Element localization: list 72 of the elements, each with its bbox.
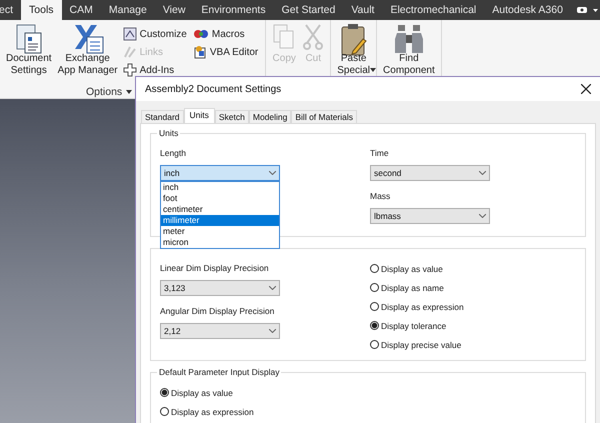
ribbon-button[interactable]: Document Settings xyxy=(3,23,55,77)
radio-button[interactable] xyxy=(160,407,169,416)
radio-label: Display as expression xyxy=(171,406,254,416)
dialog-title: Assembly2 Document Settings xyxy=(145,84,282,94)
radio-button[interactable] xyxy=(160,388,169,397)
ribbon-tab[interactable]: CAM xyxy=(62,0,101,20)
radio-label: Display precise value xyxy=(381,340,462,350)
ribbon-tab[interactable]: Autodesk A360 xyxy=(484,0,571,20)
dropdown[interactable]: lbmass xyxy=(370,208,490,224)
radio-button[interactable] xyxy=(370,302,379,311)
field-label: Linear Dim Display Precision xyxy=(160,263,270,274)
dropdown-option[interactable]: foot xyxy=(161,193,279,204)
field-label: Mass xyxy=(370,191,392,202)
dropdown-option[interactable]: meter xyxy=(161,226,279,237)
ribbon-button[interactable]: Find Component xyxy=(380,23,438,77)
tab[interactable]: Bill of Materials xyxy=(291,110,358,123)
ribbon-button[interactable]: Exchange App Manager xyxy=(54,23,121,77)
scissors-icon xyxy=(302,23,324,53)
macros-icon xyxy=(192,27,209,41)
dropdown[interactable]: second xyxy=(370,165,490,181)
dropdown-option[interactable]: inch xyxy=(161,182,279,193)
vba-editor-icon xyxy=(192,45,207,59)
chevron-icon xyxy=(269,329,276,333)
radio-button[interactable] xyxy=(370,321,379,330)
clipboard-icon xyxy=(338,23,369,53)
tab[interactable]: Standard xyxy=(141,110,184,123)
radio-label: Display tolerance xyxy=(381,320,446,330)
field-label: Length xyxy=(160,148,187,159)
group-title: Default Parameter Input Display xyxy=(157,367,282,378)
tab[interactable]: Sketch xyxy=(214,110,249,123)
ribbon-tab[interactable]: Manage xyxy=(100,0,155,20)
chevron-icon xyxy=(479,214,486,218)
ribbon-button[interactable]: VBA Editor xyxy=(192,43,262,61)
dropdown[interactable]: inch xyxy=(160,165,280,181)
ribbon-tab[interactable]: Tools xyxy=(21,0,62,20)
field-label: Time xyxy=(370,148,390,159)
dropdown-option[interactable]: millimeter xyxy=(161,215,279,226)
customize-icon xyxy=(122,27,137,41)
group-title: Units xyxy=(157,128,180,139)
chevron-icon xyxy=(479,171,486,175)
radio-button[interactable] xyxy=(370,340,379,349)
panel-title[interactable]: Options xyxy=(86,86,132,98)
close-icon[interactable] xyxy=(581,84,591,94)
binoculars-icon xyxy=(392,23,425,53)
radio-label: Display as expression xyxy=(381,302,464,312)
dropdown-option[interactable]: centimeter xyxy=(161,204,279,215)
ribbon-tab[interactable]: Vault xyxy=(343,0,382,20)
radio-label: Display as value xyxy=(381,264,443,274)
ribbon-tab[interactable]: Environments xyxy=(193,0,274,20)
radio-label: Display as value xyxy=(171,388,233,398)
plus-icon xyxy=(122,63,137,77)
chevron-icon xyxy=(269,171,276,175)
links-icon xyxy=(122,45,137,59)
ribbon-tab[interactable]: Electromechanical xyxy=(382,0,484,20)
tab[interactable]: Units xyxy=(184,108,215,123)
radio-button[interactable] xyxy=(370,264,379,273)
ribbon-button[interactable]: Customize xyxy=(122,25,191,43)
ribbon-button[interactable]: Paste Special xyxy=(334,23,374,77)
dropdown[interactable]: 3,123 xyxy=(160,280,280,296)
field-label: Angular Dim Display Precision xyxy=(160,306,276,317)
ribbon-tab[interactable]: Get Started xyxy=(274,0,344,20)
dropdown-option[interactable]: micron xyxy=(161,237,279,248)
radio-button[interactable] xyxy=(370,283,379,292)
ribbon-button[interactable]: Add-Ins xyxy=(122,61,191,79)
document-settings-icon xyxy=(14,23,44,53)
dropdown[interactable]: 2,12 xyxy=(160,323,280,339)
radio-label: Display as name xyxy=(381,282,444,292)
caret-icon[interactable] xyxy=(126,90,132,94)
tab[interactable]: Modeling xyxy=(248,110,292,123)
ribbon-button[interactable]: Macros xyxy=(192,25,262,43)
ribbon-tab[interactable]: View xyxy=(154,0,194,20)
chevron-icon xyxy=(269,286,276,290)
